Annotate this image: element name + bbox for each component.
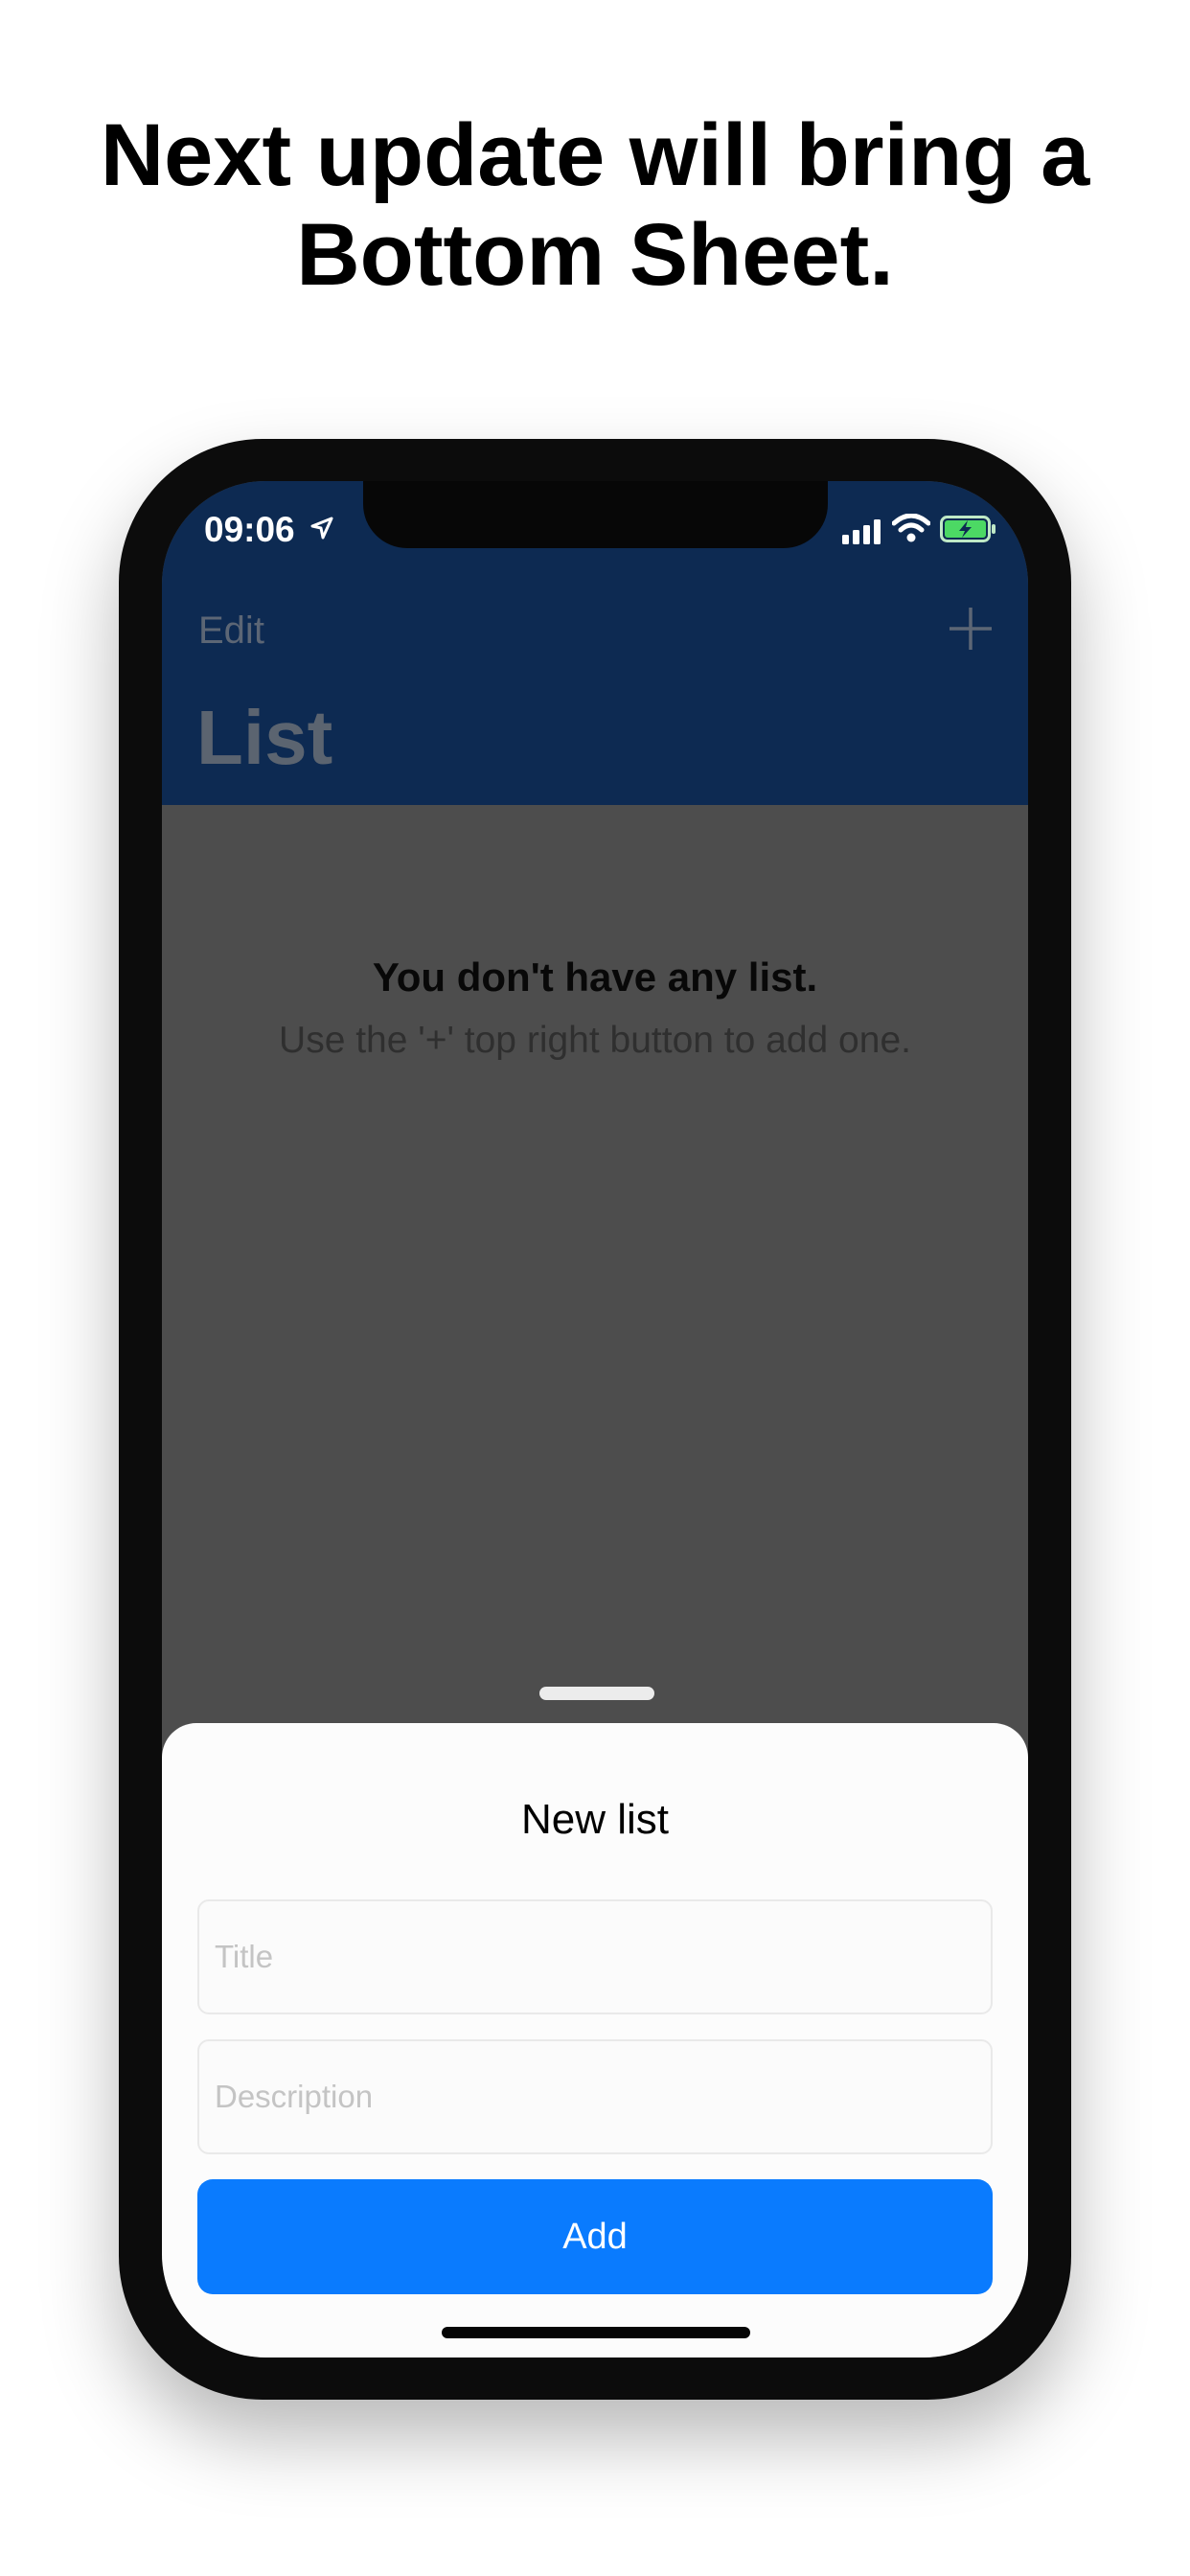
description-input[interactable] (197, 2039, 993, 2154)
empty-state-subtitle: Use the '+' top right button to add one. (279, 1020, 911, 1061)
empty-state-title: You don't have any list. (372, 954, 818, 1000)
cellular-signal-icon (842, 519, 881, 544)
sheet-title: New list (520, 1796, 670, 1843)
sheet-grabber-handle[interactable] (539, 1687, 654, 1700)
status-time: 09:06 (204, 510, 295, 549)
title-input[interactable] (197, 1899, 993, 2014)
battery-charging-icon (940, 516, 995, 542)
headline-line-1: Next update will bring a (100, 106, 1090, 204)
headline-line-2: Bottom Sheet. (296, 206, 894, 304)
add-button[interactable]: Add (197, 2179, 993, 2294)
location-arrow-icon (310, 517, 333, 540)
wifi-icon (892, 514, 930, 542)
home-indicator (442, 2327, 750, 2338)
page-title: List (196, 695, 333, 780)
phone-notch (363, 481, 828, 548)
phone-screen: 09:06 Edit List You don't have any list.… (162, 481, 1028, 2358)
edit-button[interactable]: Edit (198, 610, 264, 653)
headline: Next update will bring a Bottom Sheet. (0, 105, 1190, 305)
add-list-plus-icon[interactable] (948, 606, 994, 652)
bottom-sheet: New list Add (162, 1723, 1028, 2358)
